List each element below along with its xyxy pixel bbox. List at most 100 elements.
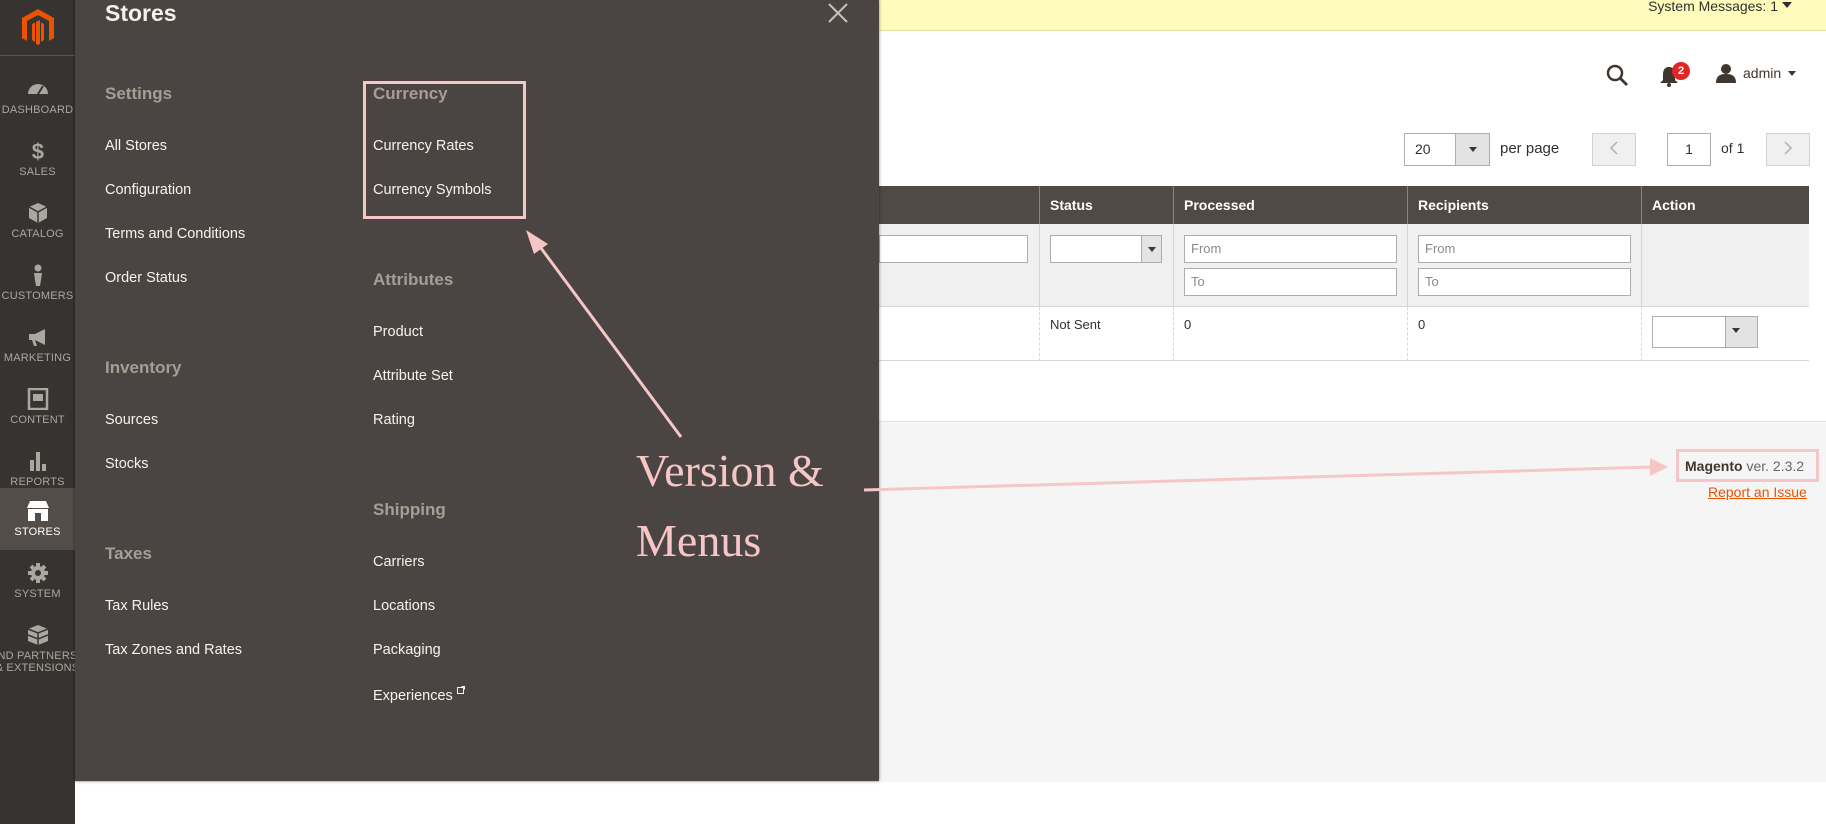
- processed-to-input[interactable]: To: [1184, 268, 1397, 296]
- action-select[interactable]: [1652, 316, 1758, 348]
- annotation-line-1: Version &: [636, 445, 824, 496]
- person-icon: [33, 264, 42, 286]
- footer-bottom-strip: [75, 782, 1826, 824]
- admin-sidebar: DASHBOARD $ SALES CATALOG CUSTOMERS MARK…: [0, 0, 79, 824]
- column-header-recipients[interactable]: Recipients: [1407, 186, 1641, 224]
- nav-label: SYSTEM: [14, 588, 61, 600]
- magento-brand: Magento: [1685, 458, 1743, 474]
- menu-item-configuration[interactable]: Configuration: [105, 182, 191, 198]
- nav-label: STORES: [14, 526, 61, 538]
- report-issue-link[interactable]: Report an Issue: [1708, 484, 1807, 500]
- nav-label: REPORTS: [10, 476, 65, 488]
- menu-item-product[interactable]: Product: [373, 324, 423, 340]
- search-icon[interactable]: [1605, 63, 1629, 87]
- menu-item-rating[interactable]: Rating: [373, 412, 415, 428]
- group-title-settings: Settings: [105, 84, 173, 103]
- status-filter-select[interactable]: [1050, 235, 1162, 263]
- table-row: Not Sent 0 0: [879, 307, 1809, 361]
- cell-action: [1641, 307, 1809, 361]
- menu-item-stocks[interactable]: Stocks: [105, 456, 149, 472]
- nav-label: SALES: [19, 166, 56, 178]
- filter-cell-status: [1039, 224, 1173, 307]
- menu-item-tax-zones[interactable]: Tax Zones and Rates: [105, 642, 242, 658]
- currency-highlight-box: [363, 81, 526, 219]
- per-page-label: per page: [1500, 140, 1560, 157]
- cell-recipients: 0: [1407, 307, 1641, 361]
- megaphone-icon: [28, 329, 45, 346]
- nav-item-sales[interactable]: $ SALES: [0, 128, 75, 190]
- chevron-down-icon[interactable]: [1455, 134, 1489, 165]
- box-icon: [28, 203, 47, 223]
- content-icon: [27, 388, 48, 410]
- chevron-down-icon[interactable]: [1782, 2, 1792, 8]
- menu-item-terms[interactable]: Terms and Conditions: [105, 226, 245, 242]
- menu-item-experiences[interactable]: Experiences: [373, 686, 465, 704]
- per-page-select[interactable]: 20: [1404, 133, 1490, 166]
- menu-item-packaging[interactable]: Packaging: [373, 642, 441, 658]
- grid-header: Status Processed Recipients Action: [879, 186, 1809, 224]
- previous-page-button[interactable]: [1592, 133, 1636, 166]
- magento-logo[interactable]: [0, 0, 75, 56]
- svg-text:$: $: [31, 140, 43, 162]
- close-icon[interactable]: [827, 2, 849, 24]
- menu-item-tax-rules[interactable]: Tax Rules: [105, 598, 169, 614]
- filter-cell-recipients: From To: [1407, 224, 1641, 307]
- chevron-left-icon: [1609, 141, 1618, 155]
- user-icon[interactable]: [1715, 63, 1737, 83]
- system-messages-bar[interactable]: System Messages: 1: [879, 0, 1826, 31]
- menu-item-attribute-set[interactable]: Attribute Set: [373, 368, 453, 384]
- menu-item-carriers[interactable]: Carriers: [373, 554, 425, 570]
- annotation-label: Version & Menus: [636, 436, 876, 576]
- nav-label: DASHBOARD: [1, 104, 74, 116]
- recipients-to-input[interactable]: To: [1418, 268, 1631, 296]
- admin-user-menu[interactable]: admin: [1743, 65, 1781, 81]
- nav-label: CONTENT: [10, 414, 65, 426]
- group-title-taxes: Taxes: [105, 544, 152, 563]
- nav-item-stores[interactable]: STORES: [0, 488, 75, 550]
- menu-item-order-status[interactable]: Order Status: [105, 270, 187, 286]
- dollar-icon: $: [31, 140, 43, 162]
- chevron-down-icon[interactable]: [1725, 317, 1757, 347]
- bar-chart-icon: [29, 452, 46, 471]
- chevron-right-icon: [1784, 141, 1793, 155]
- recipients-from-input[interactable]: From: [1418, 235, 1631, 263]
- column-header-status[interactable]: Status: [1039, 186, 1173, 224]
- magento-logo-icon: [21, 8, 54, 45]
- nav-item-partners[interactable]: ND PARTNERS & EXTENSIONS: [0, 612, 79, 687]
- filter-cell-processed: From To: [1173, 224, 1407, 307]
- column-header-action: Action: [1641, 186, 1809, 224]
- nav-item-system[interactable]: SYSTEM: [0, 550, 75, 612]
- text-filter-input[interactable]: [879, 235, 1028, 263]
- version-info: Magento ver. 2.3.2: [1676, 449, 1819, 482]
- version-text: ver. 2.3.2: [1742, 458, 1805, 474]
- flyout-title: Stores: [105, 0, 177, 26]
- processed-from-input[interactable]: From: [1184, 235, 1397, 263]
- nav-item-marketing[interactable]: MARKETING: [0, 314, 75, 376]
- page-number-input[interactable]: 1: [1667, 133, 1711, 166]
- column-header-processed[interactable]: Processed: [1173, 186, 1407, 224]
- menu-item-sources[interactable]: Sources: [105, 412, 158, 428]
- menu-item-locations[interactable]: Locations: [373, 598, 435, 614]
- nav-label: ND PARTNERS: [0, 650, 78, 662]
- annotation-line-2: Menus: [636, 515, 762, 566]
- next-page-button[interactable]: [1766, 133, 1810, 166]
- cell-processed: 0: [1173, 307, 1407, 361]
- nav-label: & EXTENSIONS: [0, 662, 80, 674]
- store-icon: [26, 501, 49, 521]
- gear-icon: [27, 563, 48, 583]
- menu-item-experiences-label: Experiences: [373, 688, 453, 704]
- menu-item-all-stores[interactable]: All Stores: [105, 138, 167, 154]
- chevron-down-icon[interactable]: [1141, 236, 1161, 262]
- page-total-label: of 1: [1721, 140, 1745, 156]
- nav-item-dashboard[interactable]: DASHBOARD: [0, 66, 75, 128]
- group-title-shipping: Shipping: [373, 500, 446, 519]
- group-title-inventory: Inventory: [105, 358, 182, 377]
- external-link-icon: [456, 686, 465, 694]
- grid-filters: From To From To: [879, 224, 1809, 307]
- system-messages-text: System Messages: 1: [1648, 0, 1778, 14]
- nav-item-catalog[interactable]: CATALOG: [0, 190, 75, 252]
- per-page-value: 20: [1415, 141, 1431, 157]
- nav-item-customers[interactable]: CUSTOMERS: [0, 252, 75, 314]
- chevron-down-icon[interactable]: [1788, 71, 1796, 76]
- nav-item-content[interactable]: CONTENT: [0, 376, 75, 438]
